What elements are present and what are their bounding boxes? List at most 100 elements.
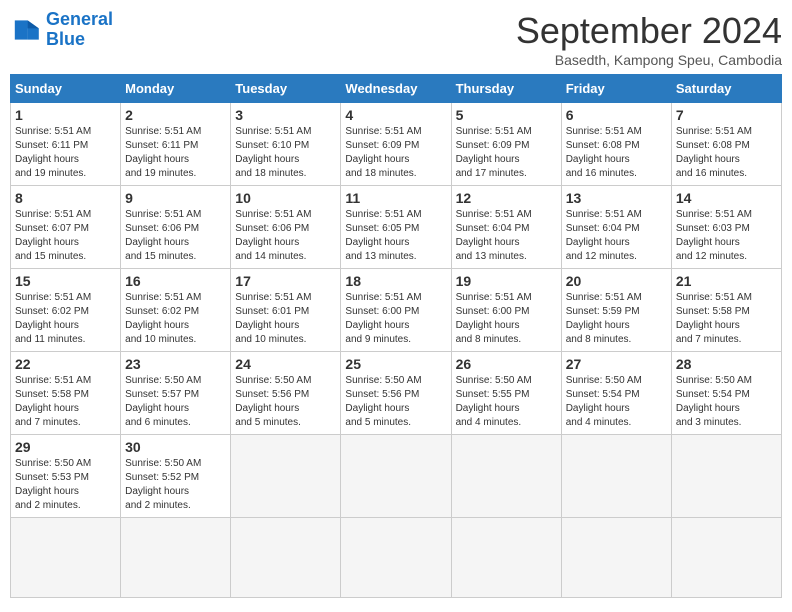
calendar-week-row: 29 Sunrise: 5:50 AM Sunset: 5:53 PM Dayl… [11, 435, 782, 518]
day-info: Sunrise: 5:51 AM Sunset: 6:11 PM Dayligh… [125, 125, 226, 181]
day-number: 21 [676, 273, 777, 289]
calendar-cell: 30 Sunrise: 5:50 AM Sunset: 5:52 PM Dayl… [121, 435, 231, 518]
day-number: 11 [345, 190, 446, 206]
day-info: Sunrise: 5:51 AM Sunset: 6:02 PM Dayligh… [125, 291, 226, 347]
col-tuesday: Tuesday [231, 75, 341, 103]
col-monday: Monday [121, 75, 231, 103]
day-number: 4 [345, 107, 446, 123]
calendar-cell: 18 Sunrise: 5:51 AM Sunset: 6:00 PM Dayl… [341, 269, 451, 352]
calendar-cell: 2 Sunrise: 5:51 AM Sunset: 6:11 PM Dayli… [121, 103, 231, 186]
calendar-cell [451, 435, 561, 518]
day-number: 28 [676, 356, 777, 372]
day-info: Sunrise: 5:51 AM Sunset: 6:04 PM Dayligh… [456, 208, 557, 264]
day-number: 12 [456, 190, 557, 206]
day-number: 24 [235, 356, 336, 372]
calendar-cell [561, 518, 671, 598]
logo-icon [10, 14, 42, 46]
calendar-cell [121, 518, 231, 598]
calendar-cell [341, 518, 451, 598]
day-number: 19 [456, 273, 557, 289]
day-number: 30 [125, 439, 226, 455]
calendar-cell: 12 Sunrise: 5:51 AM Sunset: 6:04 PM Dayl… [451, 186, 561, 269]
day-number: 15 [15, 273, 116, 289]
page-header: General Blue September 2024 Basedth, Kam… [10, 10, 782, 68]
month-title: September 2024 [516, 10, 782, 52]
day-number: 27 [566, 356, 667, 372]
calendar-cell: 9 Sunrise: 5:51 AM Sunset: 6:06 PM Dayli… [121, 186, 231, 269]
day-info: Sunrise: 5:51 AM Sunset: 6:02 PM Dayligh… [15, 291, 116, 347]
day-info: Sunrise: 5:51 AM Sunset: 6:09 PM Dayligh… [345, 125, 446, 181]
col-thursday: Thursday [451, 75, 561, 103]
day-info: Sunrise: 5:50 AM Sunset: 5:54 PM Dayligh… [566, 374, 667, 430]
day-number: 17 [235, 273, 336, 289]
col-wednesday: Wednesday [341, 75, 451, 103]
calendar-table: Sunday Monday Tuesday Wednesday Thursday… [10, 74, 782, 598]
day-info: Sunrise: 5:50 AM Sunset: 5:56 PM Dayligh… [235, 374, 336, 430]
calendar-cell [11, 518, 121, 598]
calendar-cell: 23 Sunrise: 5:50 AM Sunset: 5:57 PM Dayl… [121, 352, 231, 435]
day-info: Sunrise: 5:51 AM Sunset: 6:03 PM Dayligh… [676, 208, 777, 264]
day-number: 1 [15, 107, 116, 123]
location-subtitle: Basedth, Kampong Speu, Cambodia [516, 52, 782, 68]
calendar-cell [671, 518, 781, 598]
day-number: 14 [676, 190, 777, 206]
day-info: Sunrise: 5:51 AM Sunset: 6:01 PM Dayligh… [235, 291, 336, 347]
calendar-cell: 20 Sunrise: 5:51 AM Sunset: 5:59 PM Dayl… [561, 269, 671, 352]
day-info: Sunrise: 5:51 AM Sunset: 6:06 PM Dayligh… [125, 208, 226, 264]
day-number: 7 [676, 107, 777, 123]
calendar-week-row: 15 Sunrise: 5:51 AM Sunset: 6:02 PM Dayl… [11, 269, 782, 352]
logo-line2: Blue [46, 29, 85, 49]
calendar-cell: 13 Sunrise: 5:51 AM Sunset: 6:04 PM Dayl… [561, 186, 671, 269]
day-info: Sunrise: 5:51 AM Sunset: 6:08 PM Dayligh… [566, 125, 667, 181]
logo-line1: General [46, 9, 113, 29]
day-number: 5 [456, 107, 557, 123]
calendar-cell: 27 Sunrise: 5:50 AM Sunset: 5:54 PM Dayl… [561, 352, 671, 435]
col-sunday: Sunday [11, 75, 121, 103]
day-info: Sunrise: 5:51 AM Sunset: 6:09 PM Dayligh… [456, 125, 557, 181]
day-info: Sunrise: 5:50 AM Sunset: 5:54 PM Dayligh… [676, 374, 777, 430]
calendar-cell: 3 Sunrise: 5:51 AM Sunset: 6:10 PM Dayli… [231, 103, 341, 186]
calendar-cell: 10 Sunrise: 5:51 AM Sunset: 6:06 PM Dayl… [231, 186, 341, 269]
calendar-cell [561, 435, 671, 518]
day-info: Sunrise: 5:51 AM Sunset: 6:11 PM Dayligh… [15, 125, 116, 181]
calendar-cell: 14 Sunrise: 5:51 AM Sunset: 6:03 PM Dayl… [671, 186, 781, 269]
day-number: 6 [566, 107, 667, 123]
calendar-cell: 5 Sunrise: 5:51 AM Sunset: 6:09 PM Dayli… [451, 103, 561, 186]
day-number: 23 [125, 356, 226, 372]
day-number: 22 [15, 356, 116, 372]
calendar-cell: 21 Sunrise: 5:51 AM Sunset: 5:58 PM Dayl… [671, 269, 781, 352]
calendar-cell: 6 Sunrise: 5:51 AM Sunset: 6:08 PM Dayli… [561, 103, 671, 186]
calendar-cell: 11 Sunrise: 5:51 AM Sunset: 6:05 PM Dayl… [341, 186, 451, 269]
day-info: Sunrise: 5:51 AM Sunset: 5:58 PM Dayligh… [15, 374, 116, 430]
calendar-cell [671, 435, 781, 518]
calendar-cell [341, 435, 451, 518]
day-info: Sunrise: 5:51 AM Sunset: 6:07 PM Dayligh… [15, 208, 116, 264]
col-friday: Friday [561, 75, 671, 103]
day-number: 9 [125, 190, 226, 206]
calendar-cell: 29 Sunrise: 5:50 AM Sunset: 5:53 PM Dayl… [11, 435, 121, 518]
title-block: September 2024 Basedth, Kampong Speu, Ca… [516, 10, 782, 68]
calendar-cell: 17 Sunrise: 5:51 AM Sunset: 6:01 PM Dayl… [231, 269, 341, 352]
day-info: Sunrise: 5:51 AM Sunset: 6:06 PM Dayligh… [235, 208, 336, 264]
calendar-cell: 22 Sunrise: 5:51 AM Sunset: 5:58 PM Dayl… [11, 352, 121, 435]
day-number: 29 [15, 439, 116, 455]
day-number: 18 [345, 273, 446, 289]
day-info: Sunrise: 5:51 AM Sunset: 6:05 PM Dayligh… [345, 208, 446, 264]
calendar-cell [231, 518, 341, 598]
logo-text: General Blue [46, 10, 113, 50]
calendar-cell: 1 Sunrise: 5:51 AM Sunset: 6:11 PM Dayli… [11, 103, 121, 186]
day-number: 20 [566, 273, 667, 289]
calendar-cell: 16 Sunrise: 5:51 AM Sunset: 6:02 PM Dayl… [121, 269, 231, 352]
day-info: Sunrise: 5:51 AM Sunset: 6:00 PM Dayligh… [456, 291, 557, 347]
day-info: Sunrise: 5:51 AM Sunset: 6:10 PM Dayligh… [235, 125, 336, 181]
calendar-cell: 19 Sunrise: 5:51 AM Sunset: 6:00 PM Dayl… [451, 269, 561, 352]
day-number: 25 [345, 356, 446, 372]
day-info: Sunrise: 5:50 AM Sunset: 5:56 PM Dayligh… [345, 374, 446, 430]
calendar-cell: 8 Sunrise: 5:51 AM Sunset: 6:07 PM Dayli… [11, 186, 121, 269]
day-number: 13 [566, 190, 667, 206]
day-info: Sunrise: 5:50 AM Sunset: 5:55 PM Dayligh… [456, 374, 557, 430]
calendar-cell: 26 Sunrise: 5:50 AM Sunset: 5:55 PM Dayl… [451, 352, 561, 435]
calendar-week-row [11, 518, 782, 598]
calendar-cell: 25 Sunrise: 5:50 AM Sunset: 5:56 PM Dayl… [341, 352, 451, 435]
day-number: 26 [456, 356, 557, 372]
